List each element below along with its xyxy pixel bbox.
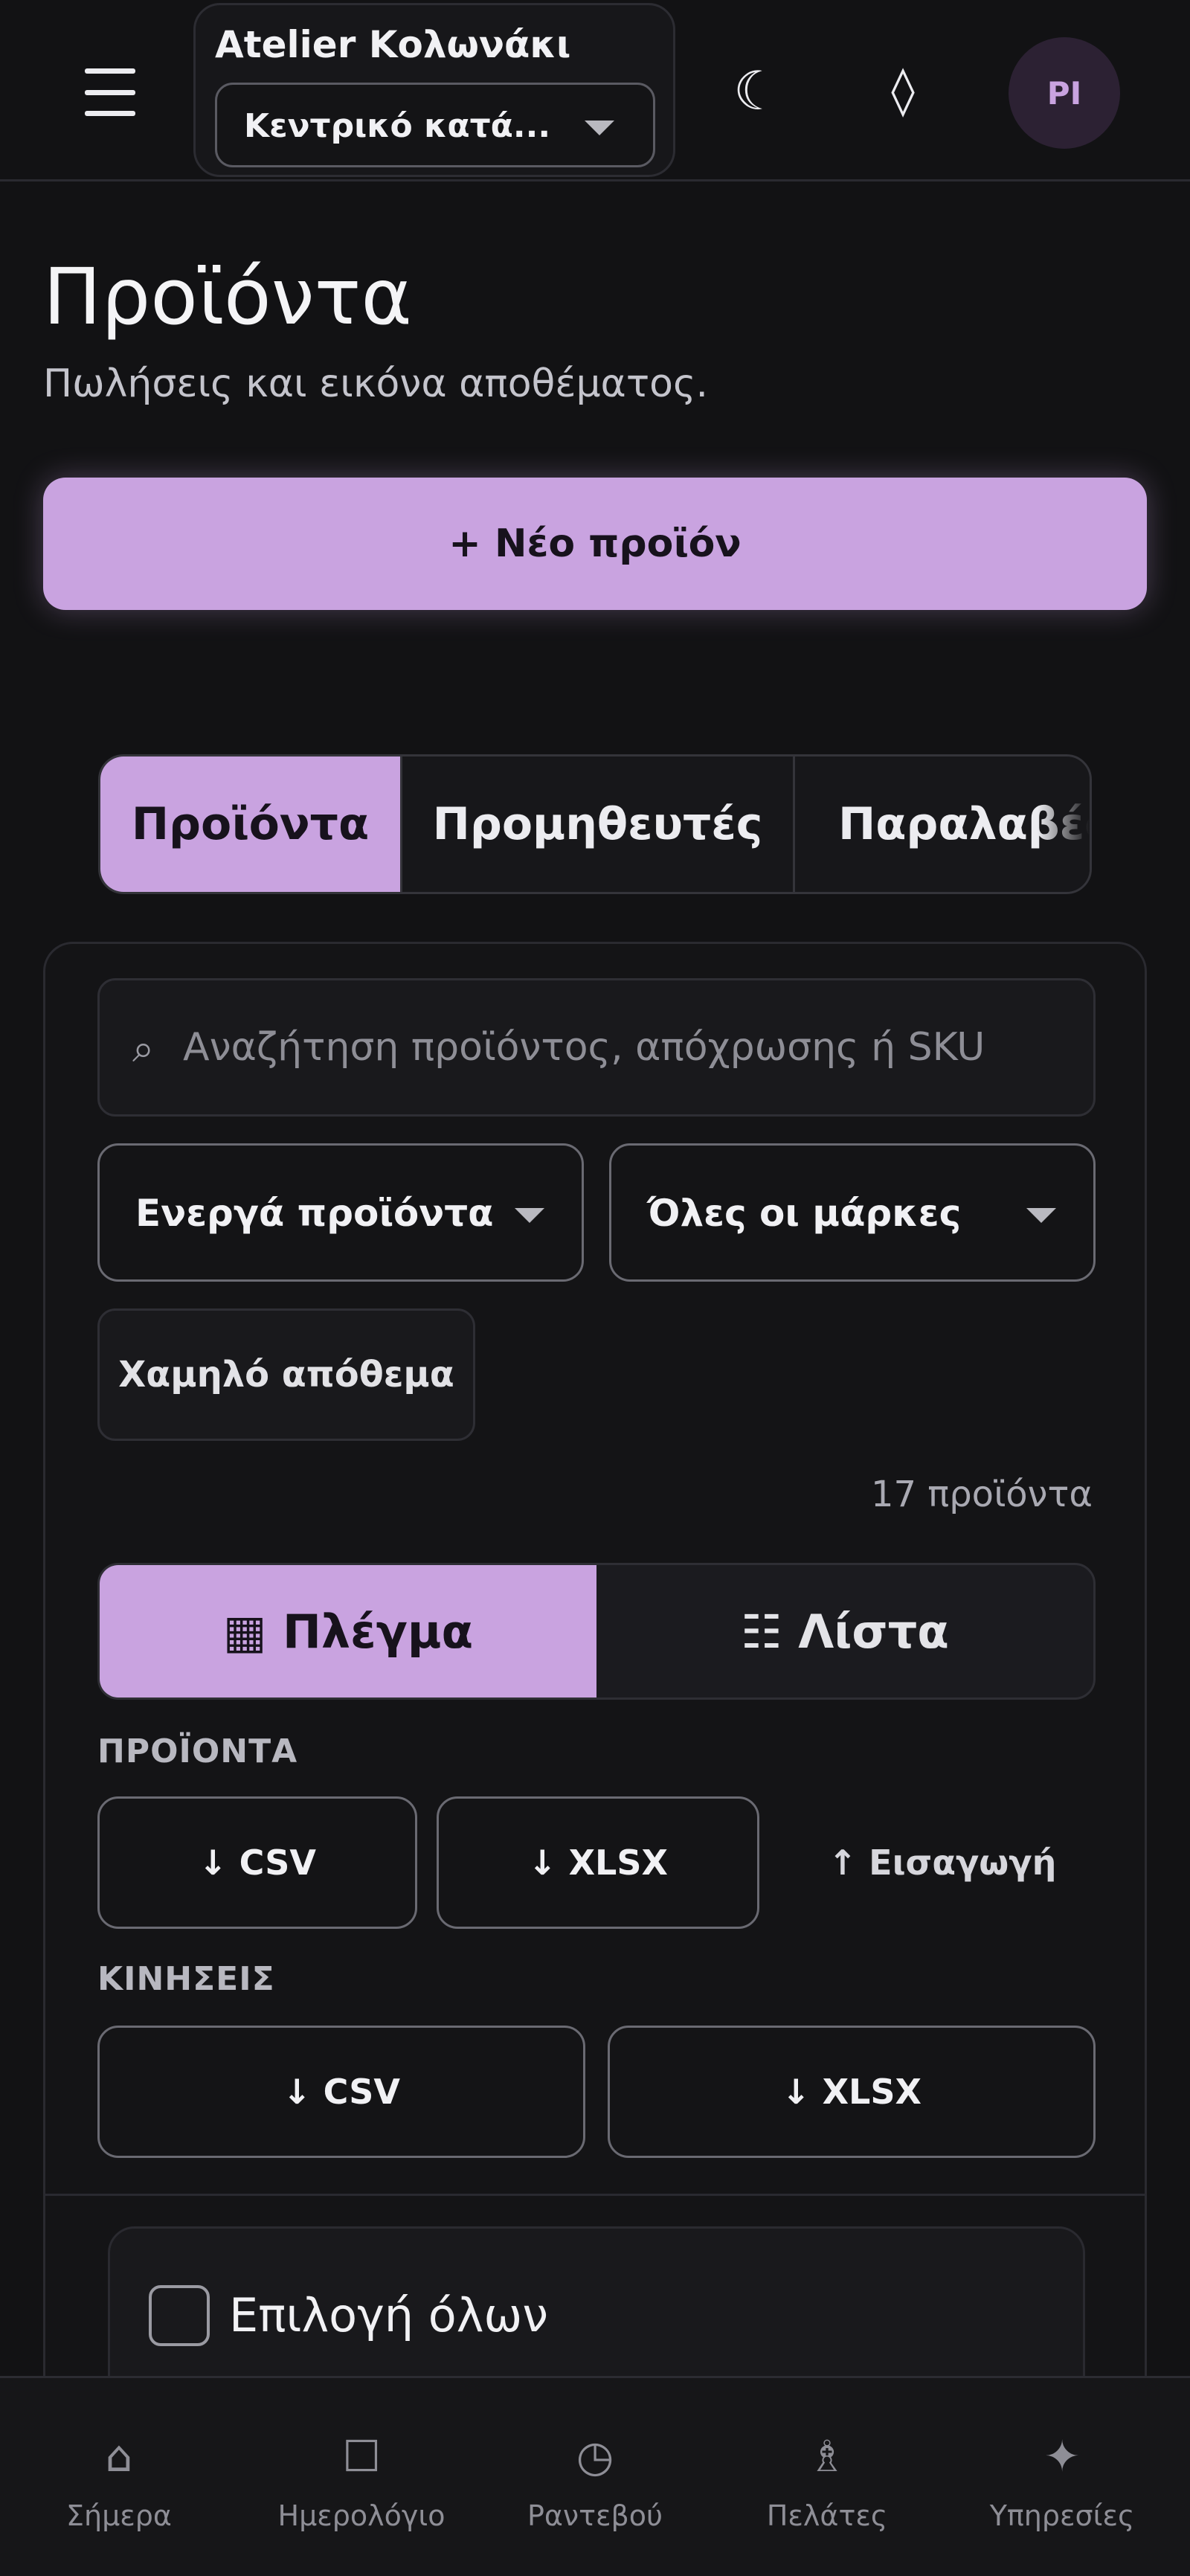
product-count: 17 προϊόντα xyxy=(870,1474,1093,1515)
branch-select[interactable]: Κεντρικό κατά... xyxy=(215,83,655,167)
products-csv-button[interactable]: ↓ CSV xyxy=(97,1796,417,1929)
grid-view-button[interactable]: ▦ Πλέγμα xyxy=(100,1565,596,1697)
products-export-label: ΠΡΟΪΟΝΤΑ xyxy=(97,1732,298,1770)
select-all-checkbox[interactable] xyxy=(149,2285,210,2346)
view-toggle: ▦ Πλέγμα ☷ Λίστα xyxy=(97,1563,1096,1700)
clock-icon: ◷ xyxy=(576,2430,614,2482)
sparkle-icon: ✦ xyxy=(1043,2430,1081,2482)
nav-item-label: Υπηρεσίες xyxy=(989,2499,1135,2532)
tab-suppliers[interactable]: Προμηθευτές xyxy=(402,757,795,892)
movements-csv-button[interactable]: ↓ CSV xyxy=(97,2026,585,2158)
new-product-button[interactable]: + Νέο προϊόν xyxy=(43,478,1147,610)
select-all-label[interactable]: Επιλογή όλων xyxy=(229,2288,548,2342)
nav-item-label: Ημερολόγιο xyxy=(277,2499,446,2532)
search-placeholder: Αναζήτηση προϊόντος, απόχρωσης ή SKU xyxy=(183,1025,985,1070)
nav-item-clients[interactable]: ♗ Πελάτες xyxy=(708,2378,946,2576)
movements-export-label: ΚΙΝΗΣΕΙΣ xyxy=(97,1960,275,1998)
moon-icon[interactable]: ☾ xyxy=(720,54,794,128)
search-icon: ⌕ xyxy=(132,1027,155,1071)
page-subtitle: Πωλήσεις και εικόνα αποθέματος. xyxy=(43,362,709,406)
products-xlsx-button[interactable]: ↓ XLSX xyxy=(437,1796,759,1929)
status-select[interactable]: Ενεργά προϊόντα xyxy=(97,1143,584,1282)
home-icon: ⌂ xyxy=(105,2430,133,2482)
status-select-value: Ενεργά προϊόντα xyxy=(135,1192,494,1235)
studio-switcher: Atelier Κολωνάκι Κεντρικό κατά... xyxy=(193,3,675,177)
calendar-icon: ☐ xyxy=(342,2430,381,2482)
chevron-down-icon xyxy=(1026,1208,1056,1223)
nav-item-label: Ραντεβού xyxy=(527,2499,663,2532)
person-icon: ♗ xyxy=(808,2430,846,2482)
nav-item-today[interactable]: ⌂ Σήμερα xyxy=(0,2378,238,2576)
bottom-navigation: ⌂ Σήμερα ☐ Ημερολόγιο ◷ Ραντεβού ♗ Πελάτ… xyxy=(0,2376,1190,2576)
nav-item-appointments[interactable]: ◷ Ραντεβού xyxy=(476,2378,714,2576)
studio-name: Atelier Κολωνάκι xyxy=(215,23,571,66)
tab-products[interactable]: Προϊόντα xyxy=(100,757,402,892)
movements-xlsx-button[interactable]: ↓ XLSX xyxy=(608,2026,1096,2158)
divider xyxy=(45,2194,1145,2196)
nav-item-calendar[interactable]: ☐ Ημερολόγιο xyxy=(242,2378,480,2576)
brand-select-value: Όλες οι μάρκες xyxy=(647,1192,962,1235)
chevron-down-icon xyxy=(515,1208,544,1223)
page-title: Προϊόντα xyxy=(43,251,412,342)
list-view-button[interactable]: ☷ Λίστα xyxy=(596,1565,1093,1697)
nav-item-label: Σήμερα xyxy=(66,2499,172,2532)
app-header: Atelier Κολωνάκι Κεντρικό κατά... ☾ ◊ PI xyxy=(0,0,1190,182)
nav-item-services[interactable]: ✦ Υπηρεσίες xyxy=(943,2378,1181,2576)
nav-item-label: Πελάτες xyxy=(766,2499,888,2532)
brand-select[interactable]: Όλες οι μάρκες xyxy=(609,1143,1096,1282)
import-button[interactable]: ↑ Εισαγωγή xyxy=(789,1796,1096,1929)
filters-panel: ⌕ Αναζήτηση προϊόντος, απόχρωσης ή SKU Ε… xyxy=(43,942,1147,2450)
search-input[interactable]: ⌕ Αναζήτηση προϊόντος, απόχρωσης ή SKU xyxy=(97,978,1096,1117)
section-tabs: Προϊόντα Προμηθευτές Παραλαβές xyxy=(98,754,1092,894)
avatar[interactable]: PI xyxy=(1009,37,1120,149)
diamond-icon[interactable]: ◊ xyxy=(866,54,940,128)
menu-icon[interactable] xyxy=(77,62,143,122)
branch-select-value: Κεντρικό κατά... xyxy=(244,107,551,145)
low-stock-filter-chip[interactable]: Χαμηλό απόθεμα xyxy=(97,1308,475,1441)
chevron-down-icon xyxy=(585,121,614,135)
